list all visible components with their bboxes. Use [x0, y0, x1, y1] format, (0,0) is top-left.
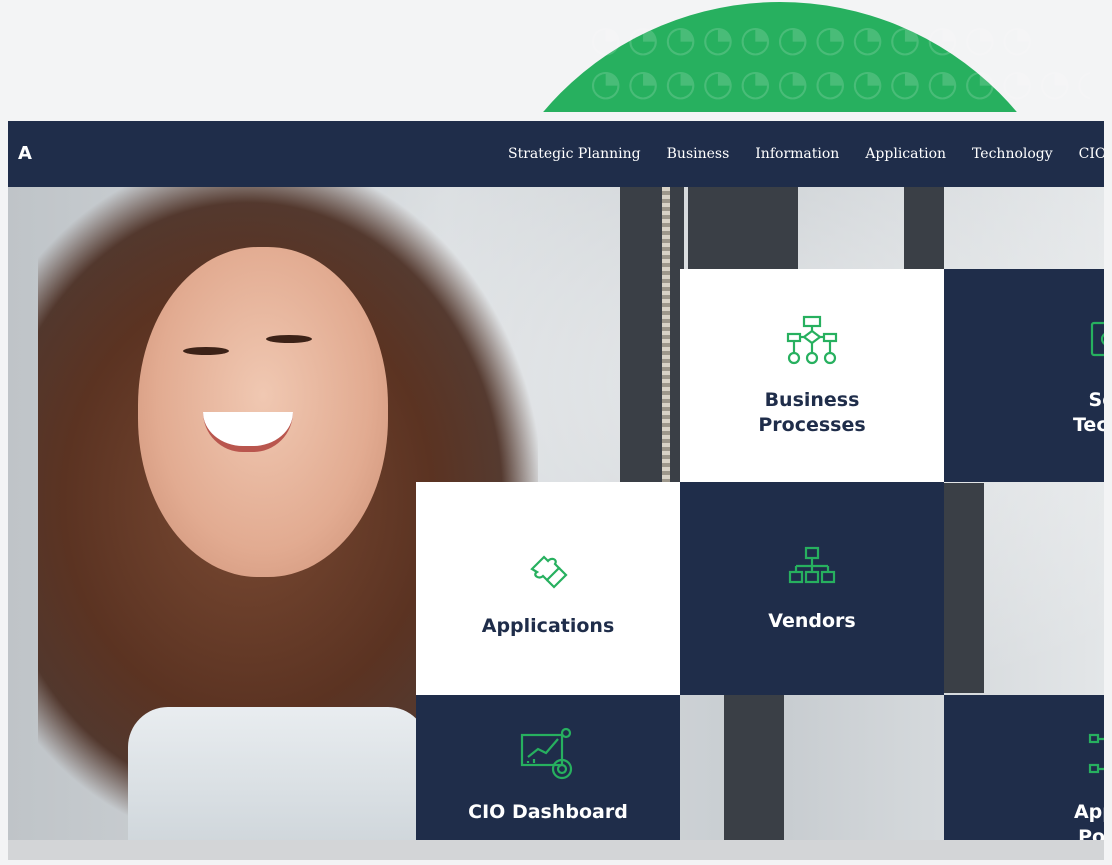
gear-network-icon: [1086, 725, 1104, 792]
window-frame-left: [620, 187, 684, 487]
hero-section: Business Processes Softwa Technolo: [8, 187, 1104, 840]
blind-chain: [662, 187, 670, 487]
tile-label: Applications: [481, 614, 615, 637]
tile-label: Vendors: [768, 609, 856, 632]
tile-label: Applicat Portfoli: [1073, 801, 1104, 840]
window-frame-lower: [944, 483, 984, 693]
tile-software-technology[interactable]: Softwa Technolo: [944, 269, 1104, 482]
nav-item-application[interactable]: Application: [865, 146, 946, 162]
photo-eye-left: [183, 347, 229, 355]
nav-item-business[interactable]: Business: [667, 146, 730, 162]
bottom-shadow-bar: [8, 840, 1104, 860]
nav-links: Strategic Planning Business Information …: [508, 121, 1104, 187]
photo-woman-shirt: [128, 707, 428, 840]
dashboard-chart-icon: [518, 725, 578, 792]
monitor-gears-icon: [1086, 313, 1104, 380]
arc-pattern: ◔◔◔◔◔◔◔◔◔◔◔◔ ◔◔◔◔◔◔◔◔◔◔◔◔◔◔: [590, 19, 1090, 104]
site-frame: A Strategic Planning Business Informatio…: [8, 121, 1104, 840]
nav-item-information[interactable]: Information: [755, 146, 839, 162]
tile-cio-dashboard[interactable]: CIO Dashboard: [416, 695, 680, 840]
tile-vendors[interactable]: Vendors: [680, 482, 944, 695]
decorative-green-arc: ◔◔◔◔◔◔◔◔◔◔◔◔ ◔◔◔◔◔◔◔◔◔◔◔◔◔◔: [470, 0, 1090, 112]
process-flowchart-icon: [782, 313, 842, 380]
tile-applications[interactable]: Applications: [416, 482, 680, 695]
nav-item-cio[interactable]: CIO: [1079, 146, 1104, 162]
tile-label: CIO Dashboard: [468, 801, 628, 823]
nav-item-technology[interactable]: Technology: [972, 146, 1053, 162]
tile-application-portfolio[interactable]: Applicat Portfoli: [944, 695, 1104, 840]
window-frame-top: [688, 187, 798, 269]
tile-label: Softwa Technolo: [1073, 389, 1104, 436]
brand-logo[interactable]: A: [18, 143, 32, 164]
org-chart-icon: [787, 544, 837, 601]
tile-business-processes[interactable]: Business Processes: [680, 269, 944, 482]
puzzle-piece-icon: [518, 539, 578, 606]
nav-item-strategic-planning[interactable]: Strategic Planning: [508, 146, 641, 162]
photo-eye-right: [266, 335, 312, 343]
window-frame-bottom: [724, 695, 784, 840]
window-frame-right: [904, 187, 944, 269]
top-navigation-bar: A Strategic Planning Business Informatio…: [8, 121, 1104, 187]
tile-label: Business Processes: [758, 389, 866, 436]
